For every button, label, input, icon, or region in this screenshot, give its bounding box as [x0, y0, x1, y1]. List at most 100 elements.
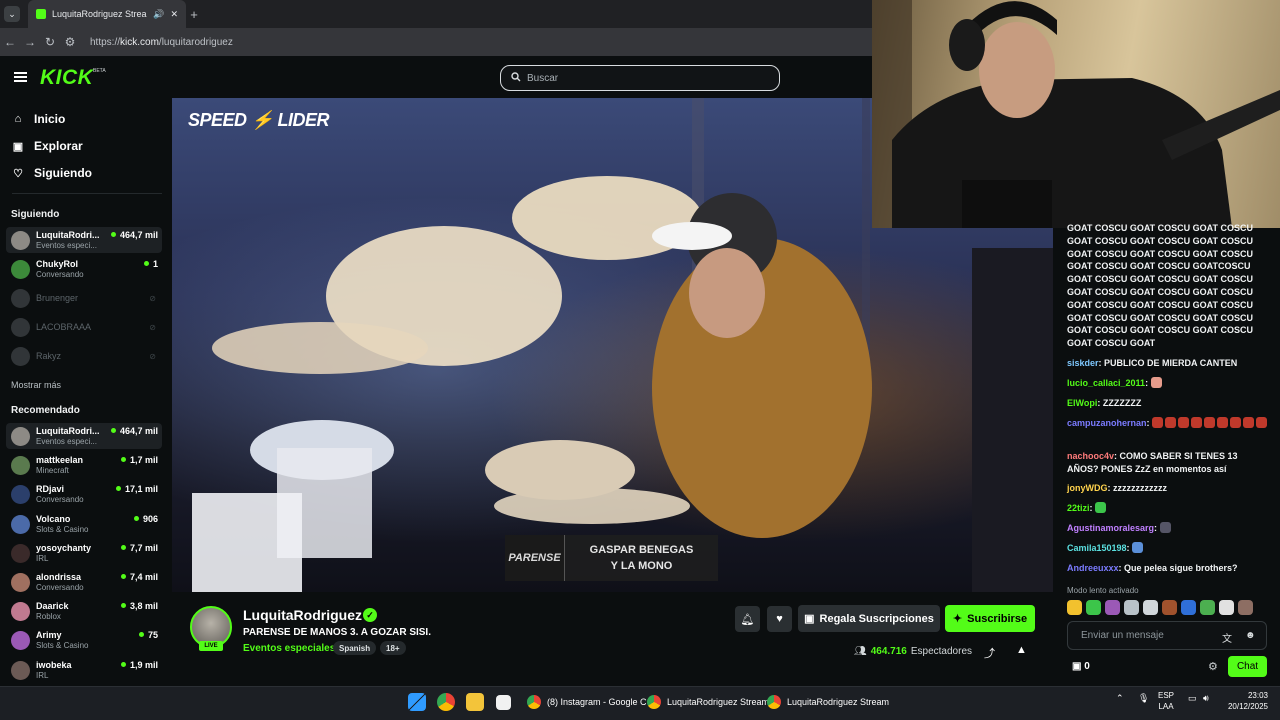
audio-icon[interactable]: 🔊 — [153, 9, 164, 20]
emote-icon[interactable] — [1219, 600, 1234, 615]
emote-icon[interactable] — [1200, 600, 1215, 615]
sidebar-channel[interactable]: Daarick Roblox 3,8 mil — [6, 598, 162, 624]
sidebar-channel[interactable]: Rakyz ⊘ — [6, 343, 162, 369]
microphone-icon[interactable]: 🎙︎ — [1138, 693, 1149, 704]
site-info-icon[interactable]: ⚙ — [60, 35, 80, 49]
forward-icon[interactable]: → — [20, 35, 40, 49]
channel-name[interactable]: LuquitaRodriguez — [243, 607, 362, 623]
chat-username[interactable]: siskder — [1067, 358, 1099, 368]
emote-icon[interactable] — [1181, 600, 1196, 615]
clock[interactable]: 23:03 20/12/2025 — [1222, 690, 1268, 712]
taskbar-app-stream-2[interactable]: LuquitaRodriguez Stream — [767, 691, 889, 713]
channel-points[interactable]: ▣ 0 — [1072, 661, 1090, 672]
sidebar-channel[interactable]: yosoychanty IRL 7,7 mil — [6, 540, 162, 566]
chat-username[interactable]: campuzanohernan — [1067, 418, 1147, 428]
nav-home[interactable]: ⌂ Inicio — [12, 112, 66, 126]
notification-bell-button[interactable]: 🔔︎ — [735, 606, 760, 632]
stream-category[interactable]: Eventos especiales — [243, 643, 335, 654]
emote-icon[interactable] — [1105, 600, 1120, 615]
emoji-picker-icon[interactable]: ☻ — [1245, 630, 1256, 641]
home-icon: ⌂ — [14, 113, 22, 125]
channel-avatar — [11, 231, 30, 250]
taskbar-app-instagram[interactable]: (8) Instagram - Google C — [527, 691, 647, 713]
emote-icon[interactable] — [1162, 600, 1177, 615]
sidebar-channel[interactable]: alondrissa Conversando 7,4 mil — [6, 569, 162, 595]
channel-name: alondrissa — [36, 572, 82, 582]
sidebar-channel[interactable]: Arimy Slots & Casino 75 — [6, 627, 162, 653]
notepad-icon[interactable] — [496, 695, 511, 710]
sidebar-channel[interactable]: LACOBRAAA ⊘ — [6, 314, 162, 340]
chat-username[interactable]: Agustinamoralesarg — [1067, 523, 1154, 533]
gift-subs-button[interactable]: ▣ Regala Suscripciones — [798, 605, 940, 632]
chat-username[interactable]: nachooc4v — [1067, 451, 1114, 461]
sidebar-channel[interactable]: LuquitaRodri... Eventos especi... 464,7 mi… — [6, 227, 162, 253]
sidebar-channel[interactable]: mattkeelan Minecraft 1,7 mil — [6, 452, 162, 478]
chat-message: Agustinamoralesarg: — [1067, 522, 1269, 535]
chat-username[interactable]: lucio_callaci_2011 — [1067, 378, 1145, 388]
volume-icon[interactable]: 🔊︎ — [1203, 693, 1209, 704]
windows-start-icon[interactable] — [408, 693, 426, 711]
url-field[interactable]: https://kick.com/luquitarodriguez — [90, 37, 233, 48]
show-more-link[interactable]: Mostrar más — [11, 380, 61, 390]
nav-explore-label: Explorar — [34, 139, 83, 153]
chat-username[interactable]: ElWopi — [1067, 398, 1097, 408]
share-icon[interactable]: ⤴ — [984, 645, 995, 661]
back-icon[interactable]: ← — [0, 35, 20, 49]
chrome-icon — [647, 695, 661, 709]
reload-icon[interactable]: ↻ — [40, 35, 60, 49]
sidebar-channel[interactable]: iwobeka IRL 1,9 mil — [6, 657, 162, 683]
file-explorer-icon[interactable] — [466, 693, 484, 711]
nav-explore[interactable]: ▣ Explorar — [12, 139, 83, 153]
tray-expand-icon[interactable]: ⌃ — [1116, 693, 1124, 704]
chat-username[interactable]: Camila150198 — [1067, 543, 1127, 553]
menu-icon[interactable] — [14, 72, 27, 82]
kick-logo[interactable]: KICK — [40, 66, 93, 90]
browser-tab[interactable]: LuquitaRodriguez Stream 🔊 ✕ — [28, 0, 186, 28]
emote-icon[interactable] — [1238, 600, 1253, 615]
emote-icon[interactable] — [1086, 600, 1101, 615]
chat-text: zzzzzzzzzzzz — [1113, 483, 1167, 493]
sidebar-channel[interactable]: LuquitaRodri... Eventos especi... 464,7 mi… — [6, 423, 162, 449]
emote-icon[interactable] — [1124, 600, 1139, 615]
sidebar-channel[interactable]: RDjavi Conversando 17,1 mil — [6, 481, 162, 507]
chat-emote-icon — [1204, 417, 1216, 428]
channel-name: Rakyz — [36, 351, 62, 361]
beta-badge: BETA — [93, 68, 106, 74]
taskbar-app-label: LuquitaRodriguez Stream — [787, 697, 890, 707]
chat-username[interactable]: 22tizi — [1067, 503, 1090, 513]
taskbar-app-stream-1[interactable]: LuquitaRodriguez Stream — [647, 691, 769, 713]
emote-icon[interactable] — [1067, 600, 1082, 615]
sidebar-channel[interactable]: Brunenger ⊘ — [6, 285, 162, 311]
chat-send-button[interactable]: Chat — [1228, 656, 1267, 677]
search-input[interactable]: Buscar — [500, 65, 780, 91]
chrome-icon[interactable] — [437, 693, 455, 711]
lower-third: PARENSE GASPAR BENEGAS Y LA MONO — [505, 535, 718, 581]
close-tab-icon[interactable]: ✕ — [170, 9, 178, 20]
sidebar-channel[interactable]: Volcano Slots & Casino 906 — [6, 511, 162, 537]
tag-language[interactable]: Spanish — [333, 641, 377, 655]
recommended-section-title: Recomendado — [11, 405, 80, 416]
language-indicator[interactable]: ESP LAA — [1158, 690, 1174, 712]
chat-username[interactable]: Andreeuxxx — [1067, 563, 1119, 573]
channel-category: IRL — [36, 553, 49, 563]
network-icon[interactable]: ▭ — [1188, 693, 1197, 704]
chat-message-input[interactable]: Enviar un mensaje — [1067, 621, 1267, 650]
channel-name: LuquitaRodri... — [36, 426, 100, 436]
chat-input-placeholder: Enviar un mensaje — [1081, 630, 1164, 641]
emote-icon[interactable] — [1143, 600, 1158, 615]
sidebar-channel[interactable]: ChukyRol Conversando 1 — [6, 256, 162, 282]
channel-name: yosoychanty — [36, 542, 92, 553]
channel-avatar — [11, 543, 30, 563]
subscribe-button[interactable]: ✦ Suscribirse — [945, 605, 1035, 632]
channel-avatar — [11, 318, 30, 337]
follow-heart-button[interactable]: ♥ — [767, 606, 792, 632]
translate-icon[interactable]: 文 — [1222, 630, 1232, 645]
report-icon[interactable]: ▲ — [1016, 644, 1027, 656]
chat-settings-icon[interactable]: ⚙ — [1208, 660, 1218, 673]
new-tab-icon[interactable]: + — [186, 6, 202, 22]
nav-following[interactable]: ♡ Siguiendo — [12, 166, 92, 180]
tag-mature[interactable]: 18+ — [380, 641, 406, 655]
tab-search-icon[interactable]: ⌄ — [4, 6, 20, 22]
chat-username[interactable]: jonyWDG — [1067, 483, 1108, 493]
channel-category: Conversando — [36, 583, 84, 592]
